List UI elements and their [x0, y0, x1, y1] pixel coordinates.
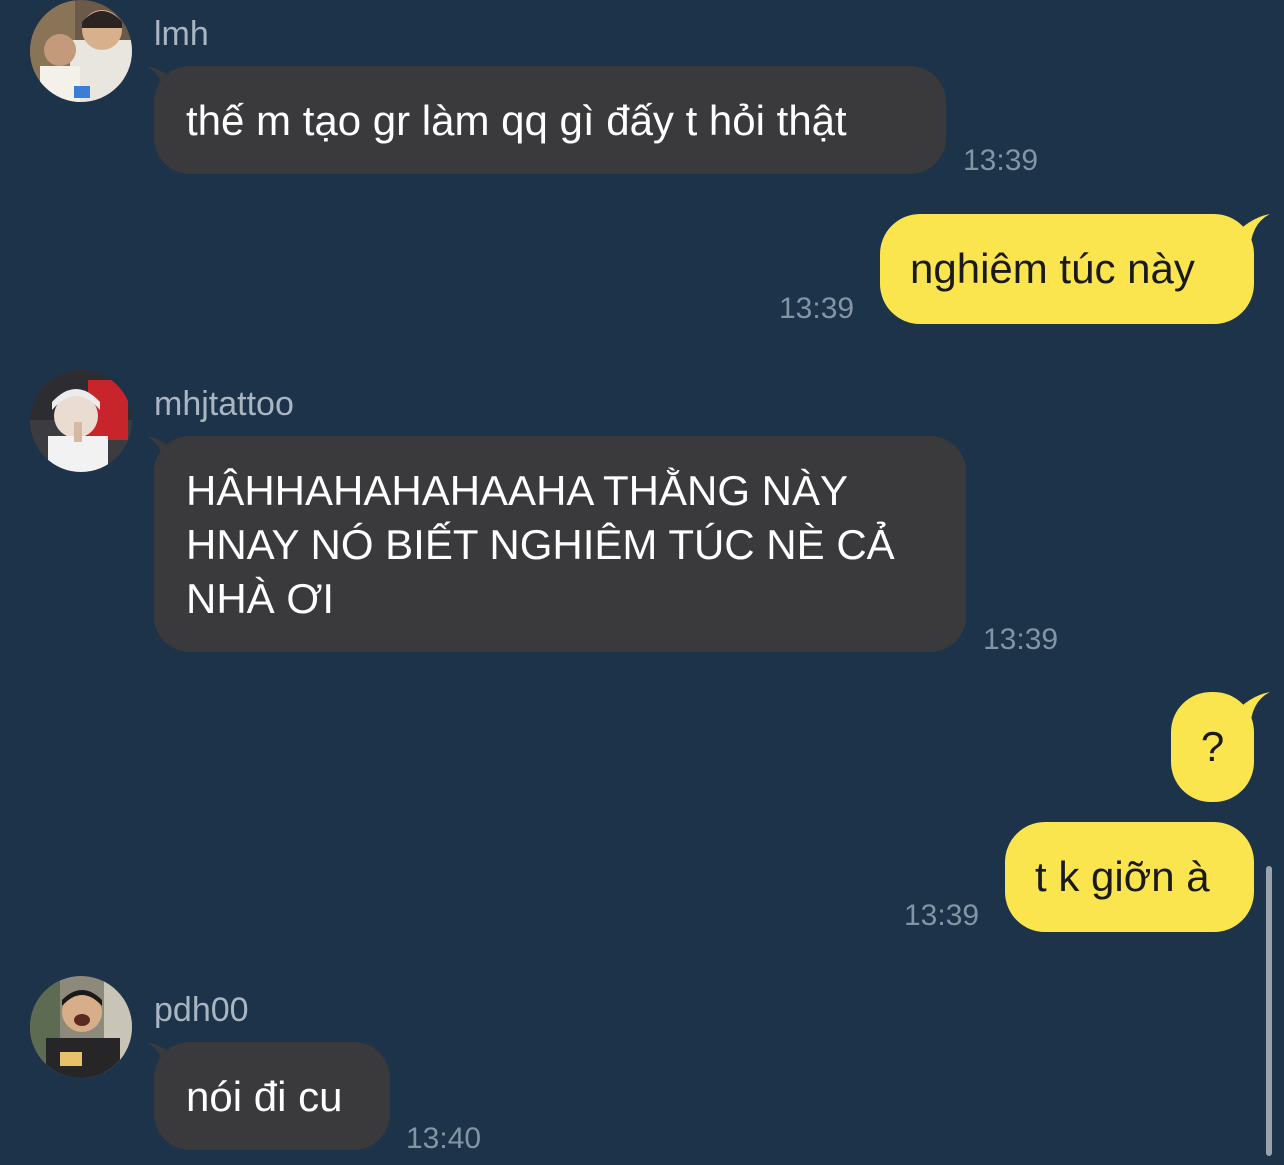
- message-timestamp: 13:39: [963, 144, 1039, 177]
- chat-message-list[interactable]: lmh thế m tạo gr làm qq gì đấy t hỏi thậ…: [0, 0, 1284, 1165]
- avatar-photo-icon: [30, 976, 132, 1078]
- sender-name: pdh00: [154, 991, 249, 1029]
- message-text: nghiêm túc này: [910, 245, 1195, 292]
- message-text: HÂHHAHAHAHAAHA THẰNG NÀY HNAY NÓ BIẾT NG…: [186, 467, 895, 622]
- avatar-photo-icon: [30, 0, 132, 102]
- bubble-tail: [1230, 692, 1270, 732]
- avatar-photo-icon: [30, 370, 132, 472]
- avatar-lmh[interactable]: [30, 0, 132, 102]
- message-text: t k giỡn à: [1035, 853, 1210, 900]
- bubble-tail: [1230, 214, 1270, 254]
- message-bubble-incoming[interactable]: HÂHHAHAHAHAAHA THẰNG NÀY HNAY NÓ BIẾT NG…: [154, 436, 966, 652]
- scrollbar[interactable]: [1266, 866, 1272, 1156]
- message-text: ?: [1200, 723, 1225, 770]
- message-bubble-outgoing[interactable]: nghiêm túc này: [880, 214, 1254, 324]
- sender-name: lmh: [154, 15, 209, 53]
- message-timestamp: 13:40: [406, 1122, 482, 1155]
- avatar-pdh00[interactable]: [30, 976, 132, 1078]
- message-text: nói đi cu: [186, 1073, 343, 1120]
- message-text: thế m tạo gr làm qq gì đấy t hỏi thật: [186, 97, 847, 144]
- sender-name: mhjtattoo: [154, 385, 294, 423]
- message-bubble-outgoing[interactable]: t k giỡn à: [1005, 822, 1254, 932]
- message-timestamp: 13:39: [779, 292, 855, 325]
- message-bubble-incoming[interactable]: thế m tạo gr làm qq gì đấy t hỏi thật: [154, 66, 946, 174]
- message-timestamp: 13:39: [904, 899, 980, 932]
- message-bubble-incoming[interactable]: nói đi cu: [154, 1042, 390, 1150]
- avatar-mhjtattoo[interactable]: [30, 370, 132, 472]
- message-timestamp: 13:39: [983, 623, 1059, 656]
